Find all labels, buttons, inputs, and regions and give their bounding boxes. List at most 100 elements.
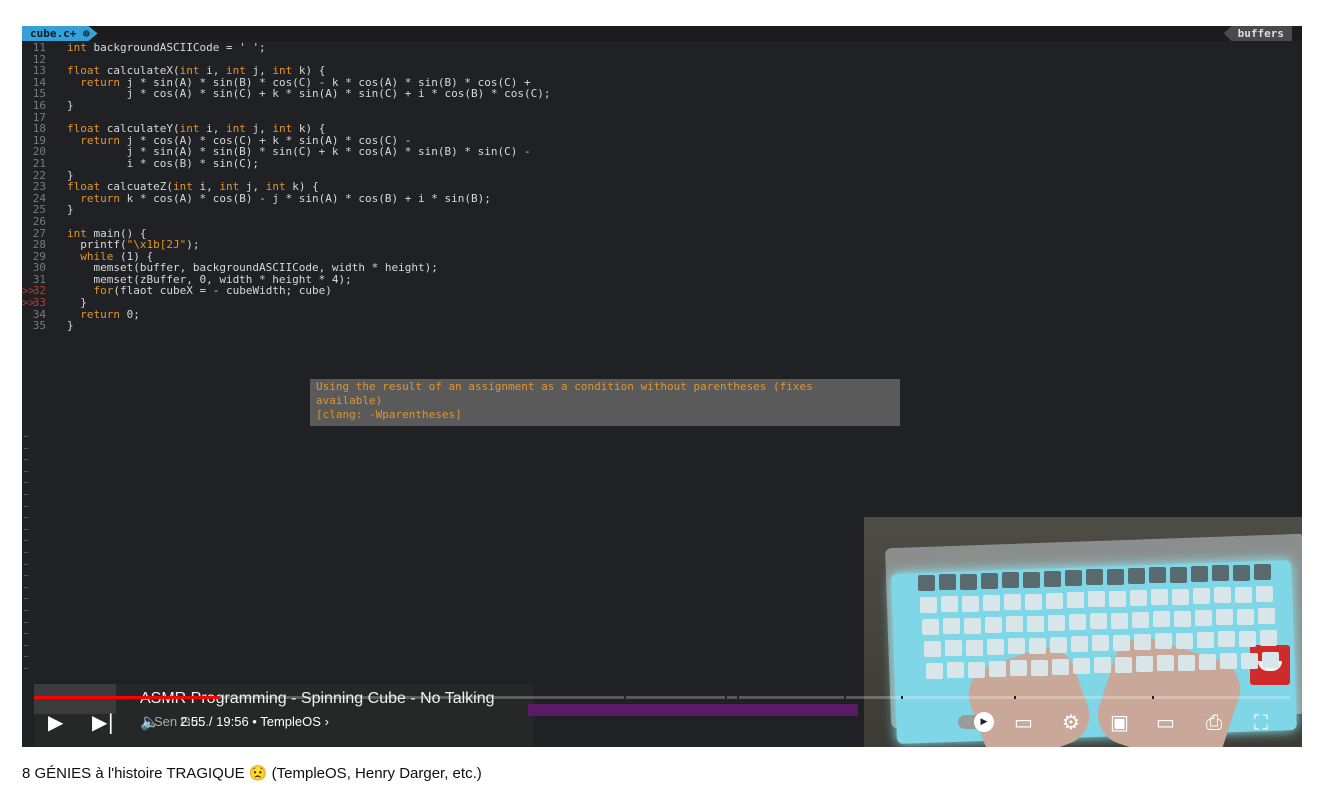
keyboard-key <box>962 595 979 612</box>
keyboard-key <box>939 574 956 591</box>
tilde-marker <box>24 656 28 658</box>
keyboard-key <box>1069 614 1086 631</box>
chapter-divider <box>737 696 740 699</box>
code-text[interactable]: j * cos(A) * sin(C) + k * sin(A) * sin(C… <box>46 87 551 100</box>
keyboard-key <box>1073 658 1090 675</box>
keyboard-key <box>1090 613 1107 630</box>
keyboard-key <box>1048 614 1065 631</box>
keyboard-key <box>1109 590 1126 607</box>
chapter-divider <box>844 696 847 699</box>
tilde-marker <box>24 459 28 461</box>
code-text[interactable]: i * cos(B) * sin(C); <box>46 157 259 170</box>
keyboard-key <box>960 573 977 590</box>
keyboard-key <box>1214 587 1231 604</box>
fullscreen-icon[interactable]: ⛶ <box>1254 710 1268 734</box>
tilde-marker <box>24 540 28 542</box>
code-line: 11 int backgroundASCIICode = ' '; <box>22 42 1302 54</box>
next-icon[interactable]: ▶| <box>92 710 114 734</box>
keyboard-key <box>1136 656 1153 672</box>
tilde-marker <box>24 668 28 669</box>
play-icon[interactable]: ▶ <box>48 710 63 734</box>
tilde-marker <box>24 517 28 519</box>
code-line: 21 i * cos(B) * sin(C); <box>22 158 1302 170</box>
keyboard-key <box>1046 592 1063 609</box>
page-title[interactable]: 8 GÉNIES à l'histoire TRAGIQUE 😟 (Temple… <box>22 764 482 782</box>
keyboard-key <box>1113 634 1130 651</box>
keyboard-key <box>981 572 998 589</box>
keyboard-key <box>989 660 1006 677</box>
keyboard-key <box>987 638 1004 655</box>
video-player[interactable]: cube.c+ ⊗ buffers 11 int backgroundASCIIC… <box>22 26 1302 747</box>
chapter-divider <box>1013 696 1016 699</box>
keyboard-key <box>985 616 1002 633</box>
subtitles-icon[interactable]: ▭ <box>1014 710 1033 734</box>
video-title[interactable]: ASMR Programming - Spinning Cube - No Ta… <box>140 690 495 708</box>
code-text[interactable]: int backgroundASCIICode = ' '; <box>46 41 266 54</box>
progress-bar[interactable] <box>34 696 1290 699</box>
code-line: 25} <box>22 204 1302 216</box>
code-text[interactable]: } <box>46 319 74 332</box>
keyboard-key <box>1155 633 1172 650</box>
line-number: 21 <box>32 156 46 170</box>
code-text[interactable]: for(flaot cubeX = - cubeWidth; cube) <box>46 284 332 297</box>
diagnostic-popup: Using the result of an assignment as a c… <box>310 379 900 426</box>
code-text[interactable]: return k * cos(A) * cos(B) - j * sin(A) … <box>46 192 491 205</box>
keyboard-key <box>983 594 1000 611</box>
keyboard-key <box>926 663 943 679</box>
autoplay-toggle[interactable]: ▶ <box>958 712 994 732</box>
keyboard-key <box>1031 659 1048 676</box>
code-line: 23 float calcuateZ(int i, int j, int k) { <box>22 181 1302 193</box>
keyboard-key <box>945 640 962 657</box>
chapter-title[interactable]: TempleOS <box>260 714 321 729</box>
settings-icon[interactable]: ⚙ <box>1062 710 1080 734</box>
keyboard-key <box>920 597 937 613</box>
keyboard-key <box>1088 591 1105 608</box>
keyboard-key <box>1157 655 1174 672</box>
keyboard-key <box>1212 565 1229 582</box>
keyboard-key <box>1128 568 1145 584</box>
tilde-marker <box>24 505 28 507</box>
keyboard-key <box>1115 656 1132 673</box>
tilde-marker <box>24 644 28 646</box>
keyboard-key <box>1233 564 1250 581</box>
keyboard-key <box>1052 658 1069 675</box>
keyboard-key <box>918 575 935 591</box>
keyboard-key <box>1071 636 1088 653</box>
keyboard-key <box>1193 587 1210 604</box>
tilde-marker <box>24 528 28 530</box>
keyboard-key <box>1132 612 1149 628</box>
keyboard-key <box>1178 654 1195 671</box>
keyboard-key <box>1023 571 1040 588</box>
progress-played <box>34 696 219 699</box>
miniplayer-icon[interactable]: ▣ <box>1110 710 1129 734</box>
keyboard-key <box>1197 631 1214 648</box>
keyboard-key <box>1220 653 1237 670</box>
current-time: 2:55 / 19:56 <box>180 714 249 729</box>
line-number: 23 <box>32 180 46 194</box>
tilde-marker <box>24 610 28 611</box>
keyboard-key <box>1239 630 1256 647</box>
code-line: 15 j * cos(A) * sin(C) + k * sin(A) * si… <box>22 88 1302 100</box>
tilde-marker <box>24 621 28 623</box>
tilde-marker <box>24 563 28 565</box>
chapter-chevron-icon[interactable]: › <box>325 714 329 729</box>
code-line: 35} <box>22 320 1302 332</box>
keyboard-key <box>1258 607 1275 624</box>
keyboard-key <box>966 639 983 656</box>
code-line: 18 float calculateY(int i, int j, int k) … <box>22 123 1302 135</box>
tilde-marker <box>24 470 28 472</box>
tilde-marker <box>24 447 28 449</box>
keyboard-key <box>1107 568 1124 585</box>
video-strip <box>528 704 858 716</box>
keyboard-key <box>1134 634 1151 650</box>
keyboard-key <box>1235 586 1252 603</box>
keyboard-key <box>1029 637 1046 654</box>
keyboard-key <box>947 662 964 679</box>
theater-icon[interactable]: ▭ <box>1156 710 1175 734</box>
file-tab: cube.c+ ⊗ <box>22 26 98 41</box>
code-line: 34 return 0; <box>22 308 1302 321</box>
keyboard-key <box>964 617 981 634</box>
code-text[interactable] <box>46 215 67 228</box>
cast-icon[interactable]: ⎙ <box>1206 710 1222 734</box>
line-number: 35 <box>32 319 46 333</box>
